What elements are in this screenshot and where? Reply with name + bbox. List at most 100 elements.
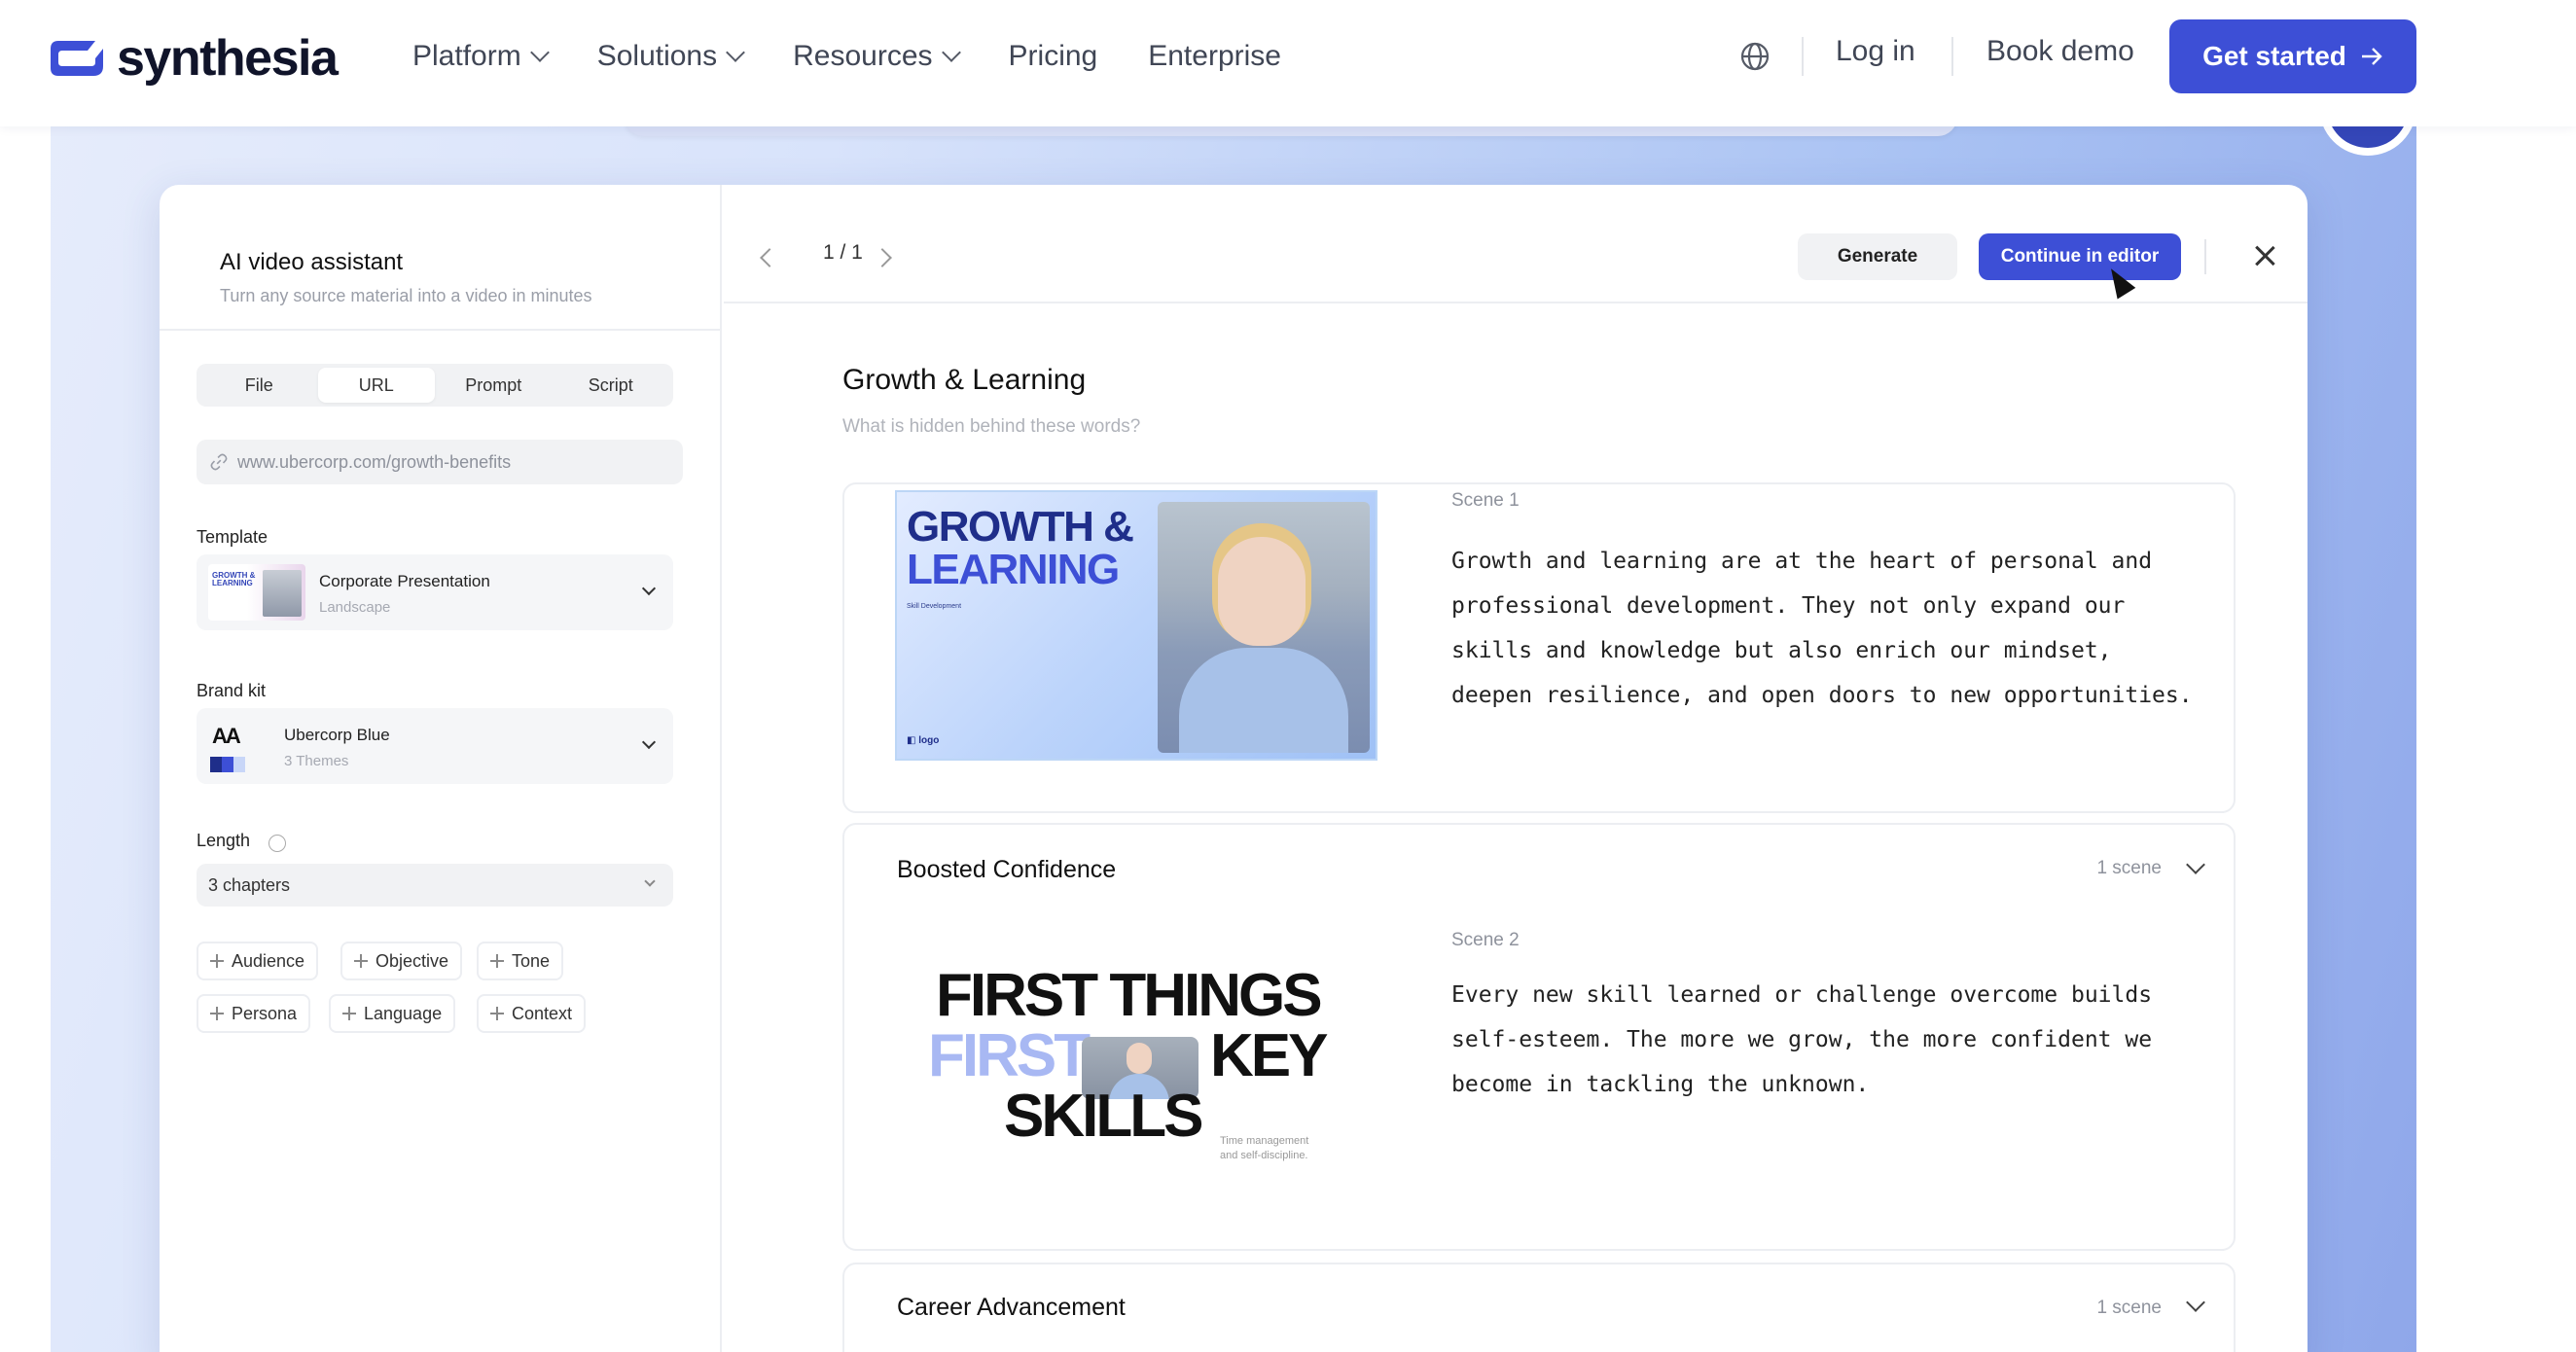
scene-card-1[interactable]: GROWTH & LEARNING Skill Development ◧ lo…	[842, 482, 2236, 813]
chevron-down-icon	[641, 581, 657, 596]
scene-2-label: Scene 2	[1451, 930, 1520, 950]
globe-icon[interactable]	[1739, 41, 1771, 72]
template-thumb-avatar	[263, 570, 302, 617]
avatar-presenter-image	[1158, 502, 1370, 753]
chip-label: Objective	[376, 950, 449, 971]
nav-solutions[interactable]: Solutions	[597, 40, 746, 73]
avatar-head	[1218, 537, 1306, 646]
scene-1-thumb-title: GROWTH & LEARNING	[907, 503, 1134, 593]
plus-icon	[490, 1007, 504, 1020]
scene-1-label: Scene 1	[1451, 490, 1520, 511]
plus-icon	[342, 1007, 356, 1020]
chapter-title: Career Advancement	[897, 1294, 1126, 1321]
chip-context[interactable]: Context	[477, 994, 587, 1033]
scene-2-thumb-note-line: Time management	[1220, 1135, 1309, 1147]
tab-prompt[interactable]: Prompt	[435, 368, 553, 403]
scene-1-thumbnail[interactable]: GROWTH & LEARNING Skill Development ◧ lo…	[895, 490, 1377, 761]
book-demo-link[interactable]: Book demo	[1986, 35, 2134, 68]
tab-url[interactable]: URL	[317, 368, 435, 403]
plus-icon	[490, 954, 504, 968]
login-link[interactable]: Log in	[1836, 35, 1915, 68]
length-label: Length	[197, 831, 251, 850]
brand-kit-label: Brand kit	[197, 681, 267, 700]
script-line: Growth and learning are at the heart of …	[1451, 549, 2153, 574]
chevron-down-icon[interactable]	[2186, 1293, 2205, 1312]
assistant-main: 1 / 1 Generate Continue in editor Growth…	[724, 185, 2308, 1352]
chevron-down-icon[interactable]	[2186, 855, 2205, 874]
scene-1-script[interactable]: Growth and learning are at the heart of …	[1451, 539, 2230, 718]
template-select[interactable]: GROWTH & LEARNING Corporate Presentation…	[197, 554, 673, 630]
nav-enterprise[interactable]: Enterprise	[1148, 40, 1281, 73]
nav-divider	[1802, 37, 1804, 76]
scene-2-thumb-line3: SKILLS	[1004, 1083, 1203, 1150]
scene-2-thumb-note-line: and self-discipline.	[1220, 1150, 1308, 1161]
script-line: self-esteem. The more we grow, the more …	[1451, 1027, 2153, 1052]
chip-tone[interactable]: Tone	[477, 942, 564, 980]
script-line: skills and knowledge but also enrich our…	[1451, 638, 2112, 663]
chevron-right-icon[interactable]	[873, 248, 892, 267]
script-line: become in tackling the unknown.	[1451, 1072, 1870, 1097]
chevron-left-icon[interactable]	[760, 248, 779, 267]
get-started-button[interactable]: Get started	[2169, 19, 2416, 93]
scene-2-thumb-line1: FIRST THINGS	[936, 962, 1323, 1029]
chevron-down-icon	[644, 875, 656, 887]
chevron-down-icon	[641, 734, 657, 750]
logo-icon: ◧	[907, 735, 916, 746]
assistant-sidebar: AI video assistant Turn any source mater…	[160, 185, 722, 1352]
divider	[724, 302, 2308, 303]
plus-icon	[210, 954, 224, 968]
nav-enterprise-label: Enterprise	[1148, 40, 1281, 72]
divider	[2204, 239, 2206, 274]
url-input[interactable]: www.ubercorp.com/growth-benefits	[197, 440, 683, 484]
chevron-down-icon	[726, 43, 746, 62]
chevron-down-icon	[529, 43, 550, 62]
brand-kit-select[interactable]: AA Ubercorp Blue 3 Themes	[197, 708, 673, 784]
nav-resources[interactable]: Resources	[793, 40, 961, 73]
nav-platform[interactable]: Platform	[412, 40, 550, 73]
sidebar-title: AI video assistant	[220, 249, 404, 275]
chapter-card-boosted-confidence[interactable]: Boosted Confidence 1 scene FIRST THINGS …	[842, 823, 2236, 1251]
template-thumbnail: GROWTH & LEARNING	[208, 564, 305, 621]
brand-swatch	[233, 757, 245, 772]
source-tabs: File URL Prompt Script	[197, 364, 673, 407]
scene-1-thumb-title-line1: GROWTH &	[907, 503, 1134, 551]
chip-objective[interactable]: Objective	[340, 942, 463, 980]
chapter-scene-count: 1 scene	[2096, 858, 2162, 878]
chip-audience[interactable]: Audience	[197, 942, 319, 980]
section-title: Growth & Learning	[842, 364, 1087, 396]
chip-label: Tone	[512, 950, 551, 971]
divider	[160, 329, 722, 331]
scene-2-script[interactable]: Every new skill learned or challenge ove…	[1451, 973, 2230, 1107]
nav-platform-label: Platform	[412, 40, 521, 72]
avatar-head	[1127, 1043, 1152, 1074]
generate-button[interactable]: Generate	[1798, 233, 1957, 280]
close-icon[interactable]	[2251, 243, 2278, 270]
link-icon	[210, 453, 228, 471]
brand-kit-thumb-text: AA	[212, 724, 241, 748]
scene-2-thumbnail[interactable]: FIRST THINGS FIRST KEY SKILLS Time manag…	[895, 961, 1377, 1161]
nav-divider	[1951, 37, 1953, 76]
continue-in-editor-button[interactable]: Continue in editor	[1979, 233, 2181, 280]
chip-language[interactable]: Language	[329, 994, 456, 1033]
brand-kit-thumbnail: AA	[208, 718, 255, 774]
scene-1-thumb-logo: ◧ logo	[907, 735, 939, 746]
plus-icon	[354, 954, 368, 968]
top-navigation: synthesia Platform Solutions Resources P…	[0, 0, 2576, 126]
nav-pricing[interactable]: Pricing	[1009, 40, 1098, 73]
tab-file[interactable]: File	[200, 368, 318, 403]
get-started-label: Get started	[2202, 41, 2346, 71]
chip-label: Persona	[232, 1003, 298, 1023]
length-select[interactable]: 3 chapters	[197, 864, 673, 907]
tab-script[interactable]: Script	[553, 368, 670, 403]
brand-kit-sub: 3 Themes	[284, 753, 349, 769]
brand-swatch	[210, 757, 222, 772]
scene-2-thumb-key: KEY	[1210, 1022, 1328, 1089]
info-icon[interactable]	[268, 835, 286, 852]
logo[interactable]: synthesia	[49, 29, 339, 88]
scene-1-thumb-title-line2: LEARNING	[907, 546, 1120, 593]
chip-persona[interactable]: Persona	[197, 994, 311, 1033]
chapter-card-career-advancement[interactable]: Career Advancement 1 scene	[842, 1263, 2236, 1352]
chip-label: Language	[364, 1003, 443, 1023]
arrow-right-icon	[2361, 48, 2382, 65]
chip-label: Context	[512, 1003, 573, 1023]
